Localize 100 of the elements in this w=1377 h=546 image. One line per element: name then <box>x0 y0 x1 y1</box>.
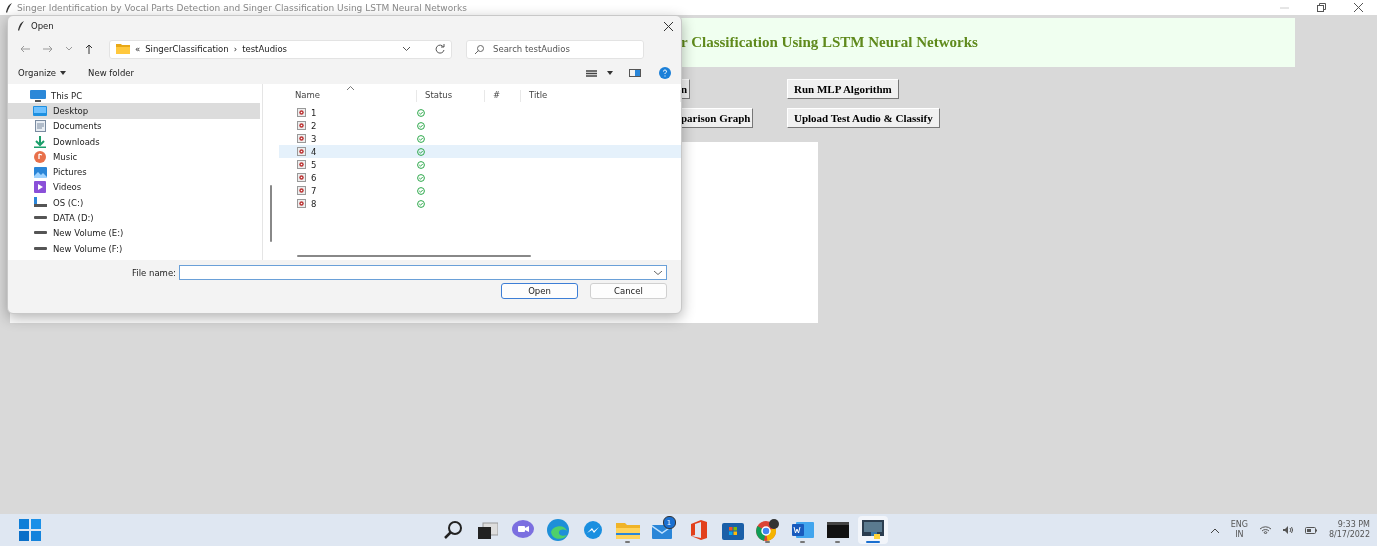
check-circle-icon <box>417 160 425 169</box>
column-header[interactable]: Name <box>287 90 417 102</box>
check-circle-icon <box>417 147 425 156</box>
column-header[interactable]: # <box>485 90 521 102</box>
field-label: File name: <box>132 267 176 278</box>
address-bar[interactable]: « SingerClassification › testAudios <box>109 39 452 59</box>
column-header[interactable]: Status <box>417 90 485 102</box>
speaker-icon[interactable] <box>1282 526 1293 534</box>
scrollbar-thumb[interactable] <box>297 255 531 257</box>
folder-icon <box>116 44 130 54</box>
search-field[interactable]: Search testAudios <box>466 39 644 59</box>
check-circle-icon <box>417 173 425 182</box>
file-row[interactable]: 1 <box>279 106 681 119</box>
language-code: ENG <box>1230 520 1248 530</box>
nav-item[interactable]: This PC <box>8 88 260 104</box>
nav-item[interactable]: Downloads <box>8 133 260 150</box>
caret-icon <box>60 71 67 75</box>
up-arrow-icon[interactable] <box>85 44 93 54</box>
audio-file-icon <box>297 134 306 143</box>
clock[interactable]: 9:33 PM 8/17/2022 <box>1328 520 1370 540</box>
restore-icon[interactable] <box>1317 3 1326 12</box>
file-name-field[interactable] <box>179 265 667 280</box>
audio-file-icon <box>297 173 306 182</box>
chevron-down-icon[interactable] <box>403 47 410 51</box>
file-name: 6 <box>311 172 317 183</box>
file-row[interactable]: 7 <box>279 184 681 197</box>
nav-item[interactable]: DATA (D:) <box>8 210 260 226</box>
download-icon <box>34 135 46 148</box>
audio-file-icon <box>297 199 306 208</box>
nav-item[interactable]: Videos <box>8 179 260 196</box>
close-icon[interactable] <box>664 21 673 31</box>
feather-icon <box>5 2 13 13</box>
path-prefix[interactable]: « <box>135 44 141 54</box>
search-icon[interactable] <box>442 520 463 540</box>
scrollbar-thumb[interactable] <box>270 185 272 242</box>
wifi-icon[interactable] <box>1259 526 1271 534</box>
check-circle-icon <box>417 134 425 143</box>
window-title: Singer Identification by Vocal Parts Detection and Singer Classification Using LSTM Neural Networks <box>17 2 468 13</box>
path-segment[interactable]: SingerClassification <box>145 44 229 54</box>
file-row[interactable]: 6 <box>279 171 681 184</box>
file-row[interactable]: 3 <box>279 132 681 145</box>
messenger-icon[interactable] <box>582 520 603 540</box>
organize-menu[interactable]: Organize <box>18 68 67 78</box>
nav-item[interactable]: Documents <box>8 118 260 134</box>
file-name: 3 <box>311 133 317 144</box>
nav-item[interactable]: Desktop <box>8 103 260 119</box>
back-arrow-icon[interactable] <box>20 45 30 53</box>
path-segment[interactable]: testAudios <box>242 44 288 54</box>
forward-arrow-icon[interactable] <box>43 45 53 53</box>
nav-item[interactable]: Pictures <box>8 164 260 180</box>
nav-item[interactable]: OS (C:) <box>8 195 260 211</box>
refresh-icon[interactable] <box>435 44 445 54</box>
nav-item[interactable]: New Volume (F:) <box>8 240 260 257</box>
file-name: 5 <box>311 159 317 170</box>
view-list-icon[interactable] <box>586 69 597 77</box>
nav-item[interactable]: Music <box>8 149 260 165</box>
video-icon <box>34 181 46 194</box>
file-name: 7 <box>311 185 317 196</box>
file-row[interactable]: 4 <box>279 145 681 158</box>
office-icon[interactable] <box>688 520 707 540</box>
column-header[interactable]: Title <box>521 90 681 102</box>
file-name: 2 <box>311 120 317 131</box>
close-icon[interactable] <box>1354 3 1363 12</box>
new-folder-button[interactable]: New folder <box>88 68 134 78</box>
chevron-up-icon[interactable] <box>1210 527 1219 533</box>
dialog-button[interactable]: Cancel <box>590 283 667 299</box>
audio-file-icon <box>297 108 306 117</box>
windows-stack-icon[interactable] <box>477 521 498 539</box>
file-row[interactable]: 2 <box>279 119 681 132</box>
audio-file-icon <box>297 160 306 169</box>
terminal-icon[interactable] <box>826 522 849 538</box>
help-icon[interactable] <box>659 67 671 79</box>
document-icon <box>34 120 46 133</box>
search-icon <box>475 44 484 54</box>
check-circle-icon <box>417 108 425 117</box>
dialog-button[interactable]: Open <box>501 283 578 299</box>
audio-file-icon <box>297 147 306 156</box>
battery-icon[interactable] <box>1304 526 1317 534</box>
action-button[interactable]: Upload Test Audio & Classify <box>787 108 940 128</box>
check-circle-icon <box>417 199 425 208</box>
clock-date: 8/17/2022 <box>1328 530 1370 540</box>
file-name: 1 <box>311 107 317 118</box>
nav-item[interactable]: New Volume (E:) <box>8 225 260 241</box>
desktop-icon <box>33 105 47 116</box>
feather-icon <box>17 21 25 31</box>
file-row[interactable]: 8 <box>279 197 681 210</box>
file-name: 8 <box>311 198 317 209</box>
language-indicator[interactable]: ENG IN <box>1230 520 1248 540</box>
chevron-down-icon[interactable] <box>654 271 662 275</box>
caret-icon[interactable] <box>607 71 613 75</box>
music-icon <box>34 150 46 163</box>
drive-icon <box>33 216 47 220</box>
action-button[interactable]: parison Graph <box>681 108 754 128</box>
sort-caret-icon[interactable] <box>347 86 354 90</box>
folder-icon[interactable] <box>615 521 640 539</box>
action-button[interactable]: Run MLP Algorithm <box>787 79 899 99</box>
file-row[interactable]: 5 <box>279 158 681 171</box>
preview-pane-icon[interactable] <box>629 69 641 77</box>
dialog-title: Open <box>31 21 55 31</box>
path-separator: › <box>233 44 238 54</box>
